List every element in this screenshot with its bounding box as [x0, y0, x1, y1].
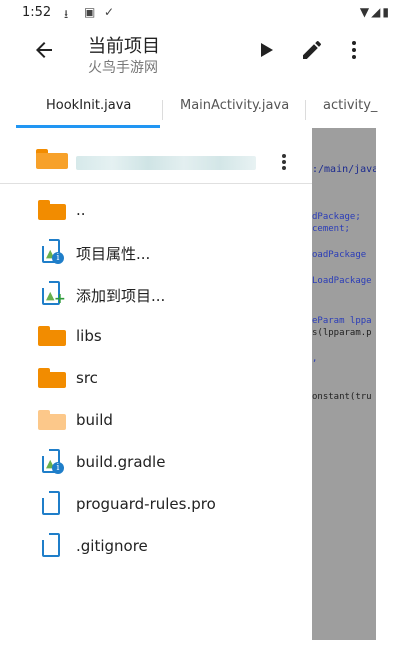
editor-line: s(lpparam.p — [312, 328, 372, 338]
tab-hookinit[interactable]: HookInit.java — [46, 98, 131, 113]
list-item-build-gradle[interactable]: ▲ i build.gradle — [0, 442, 312, 482]
folder-light-icon — [38, 407, 66, 433]
signal-icon: ◢ — [371, 5, 383, 19]
pencil-icon — [303, 41, 321, 59]
item-label: 项目属性... — [76, 245, 151, 263]
check-icon: ✓ — [104, 5, 115, 19]
item-label: .. — [76, 201, 86, 219]
list-item-parent-folder[interactable]: .. — [0, 190, 312, 230]
editor-line: oadPackage — [312, 250, 367, 260]
file-icon — [38, 491, 66, 517]
battery-icon: ▮ — [382, 5, 391, 19]
folder-icon — [38, 197, 66, 223]
run-button[interactable] — [254, 38, 278, 62]
drawer-divider — [0, 183, 312, 184]
editor-line: :/main/java/ — [312, 164, 376, 175]
item-label: libs — [76, 327, 102, 345]
status-bar: 1:52 ⭳ ▣ ✓ ▼◢▮ — [0, 0, 405, 26]
list-item-src[interactable]: src — [0, 358, 312, 398]
page-subtitle: 火鸟手游网 — [88, 60, 158, 76]
path-more-icon[interactable] — [280, 150, 288, 174]
project-drawer: ... .. ▲ i 项目属性... ▲ + 添加到项目... — [0, 128, 312, 640]
item-label: .gitignore — [76, 537, 148, 555]
item-label: proguard-rules.pro — [76, 495, 216, 513]
tab-divider — [305, 100, 306, 120]
item-label: 添加到项目... — [76, 287, 166, 305]
editor-line: eParam lppa — [312, 316, 372, 326]
item-label: build — [76, 411, 113, 429]
list-item-add-to-project[interactable]: ▲ + 添加到项目... — [0, 274, 312, 314]
current-path — [76, 156, 256, 170]
app-bar: 当前项目 火鸟手游网 — [0, 26, 405, 84]
wifi-icon: ▼ — [359, 5, 372, 19]
notification-icon: ▣ — [84, 5, 96, 19]
list-item-gitignore[interactable]: .gitignore — [0, 526, 312, 566]
editor-line: dPackage; — [312, 212, 361, 222]
play-icon — [261, 43, 273, 57]
tab-mainactivity[interactable]: MainActivity.java — [180, 98, 289, 113]
list-item-project-properties[interactable]: ▲ i 项目属性... — [0, 232, 312, 272]
file-icon — [38, 533, 66, 559]
code-editor[interactable]: :/main/java/ dPackage; cement; oadPackag… — [312, 128, 376, 640]
current-path-row[interactable]: ... — [0, 144, 312, 184]
editor-line: LoadPackage — [312, 276, 372, 286]
file-tabs: HookInit.java MainActivity.java activity… — [0, 92, 405, 128]
editor-line: , — [312, 354, 318, 364]
android-add-icon: ▲ + — [38, 281, 66, 307]
android-info-icon: ▲ i — [38, 239, 66, 265]
edit-button[interactable] — [300, 38, 324, 62]
android-info-icon: ▲ i — [38, 449, 66, 475]
more-options-button[interactable] — [342, 38, 366, 62]
folder-open-icon — [36, 146, 68, 170]
list-item-build[interactable]: build — [0, 400, 312, 440]
folder-icon — [38, 365, 66, 391]
list-item-proguard-rules[interactable]: proguard-rules.pro — [0, 484, 312, 524]
back-arrow-icon[interactable] — [32, 38, 56, 62]
download-icon: ⭳ — [64, 7, 69, 21]
tab-activity-layout[interactable]: activity_ — [323, 98, 377, 113]
status-time: 1:52 — [22, 5, 52, 20]
item-label: build.gradle — [76, 453, 166, 471]
item-label: src — [76, 369, 98, 387]
editor-line: onstant(tru — [312, 392, 372, 402]
bottom-area — [0, 640, 405, 656]
page-title: 当前项目 — [88, 36, 160, 57]
editor-line: cement; — [312, 224, 350, 234]
tab-divider — [162, 100, 163, 120]
system-icons: ▼◢▮ — [360, 5, 391, 19]
list-item-libs[interactable]: libs — [0, 316, 312, 356]
folder-icon — [38, 323, 66, 349]
